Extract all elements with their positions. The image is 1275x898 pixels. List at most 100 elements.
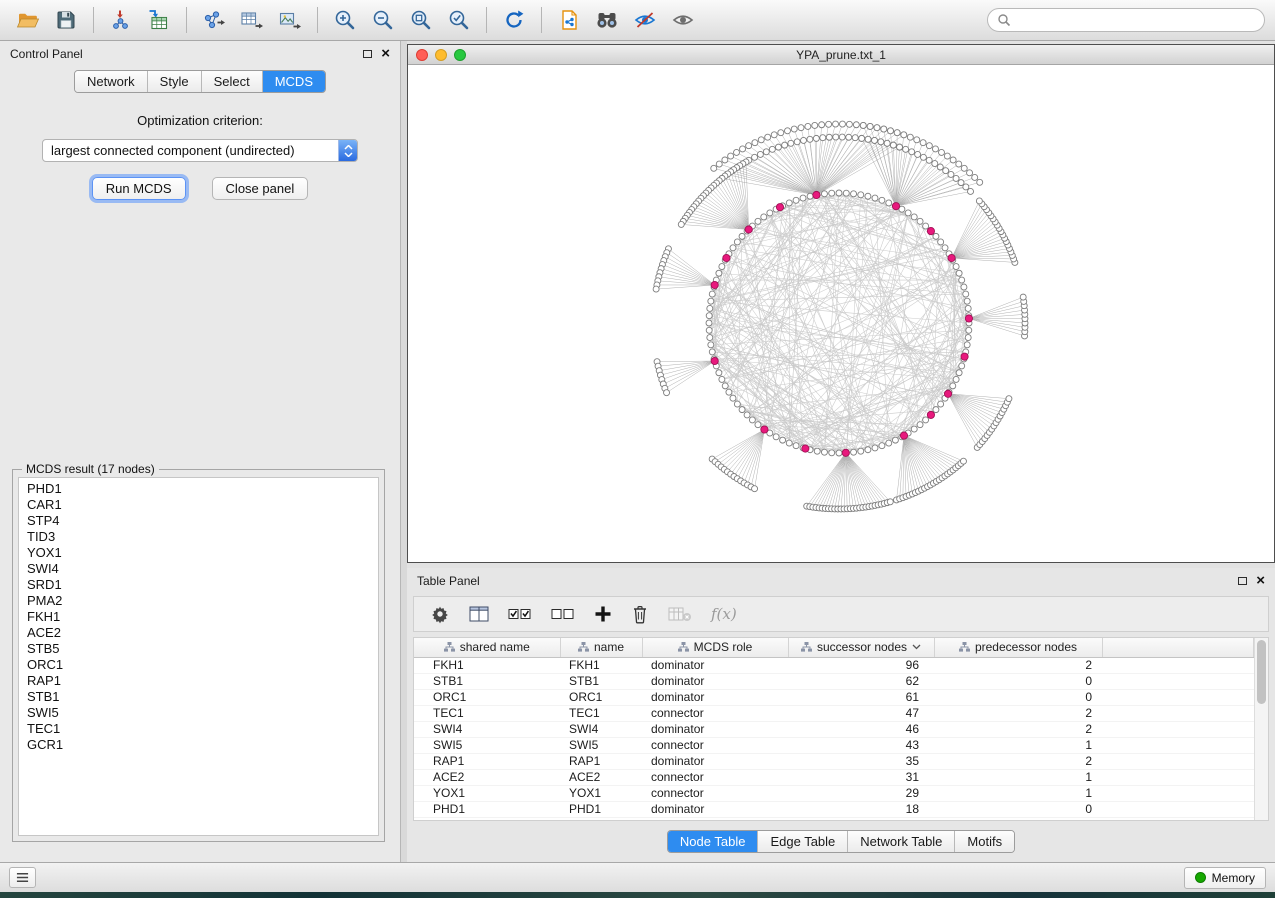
select-all-button[interactable]: [508, 606, 532, 622]
mcds-result-item[interactable]: STB5: [19, 641, 378, 657]
add-row-button[interactable]: [594, 605, 612, 623]
table-row[interactable]: ORC1ORC1dominator610: [414, 689, 1254, 705]
mcds-result-item[interactable]: YOX1: [19, 545, 378, 561]
mcds-result-item[interactable]: ACE2: [19, 625, 378, 641]
hide-details-button[interactable]: [627, 4, 663, 36]
table-cell: SWI4: [560, 721, 642, 737]
network-file-share-button[interactable]: [551, 4, 587, 36]
tab-style[interactable]: Style: [148, 71, 202, 92]
window-minimize-button[interactable]: [435, 49, 447, 61]
mcds-result-item[interactable]: SRD1: [19, 577, 378, 593]
apply-function-button[interactable]: f(x): [711, 605, 737, 623]
mcds-result-item[interactable]: GCR1: [19, 737, 378, 753]
table-panel: Table Panel ×: [407, 568, 1275, 862]
table-row[interactable]: SWI4SWI4dominator462: [414, 721, 1254, 737]
tab-network-table[interactable]: Network Table: [848, 831, 955, 852]
table-cell: 2: [934, 721, 1102, 737]
export-network-button[interactable]: [196, 4, 232, 36]
mcds-result-item[interactable]: TID3: [19, 529, 378, 545]
global-search-box: [987, 8, 1265, 32]
table-cell: connector: [642, 769, 788, 785]
table-cell: 31: [788, 769, 934, 785]
export-image-button[interactable]: [272, 4, 308, 36]
save-button[interactable]: [48, 4, 84, 36]
table-scrollbar-thumb[interactable]: [1257, 640, 1266, 704]
mcds-result-item[interactable]: CAR1: [19, 497, 378, 513]
mcds-result-item[interactable]: TEC1: [19, 721, 378, 737]
table-cell: 35: [788, 753, 934, 769]
table-row[interactable]: PHD1PHD1dominator180: [414, 801, 1254, 817]
run-mcds-button[interactable]: Run MCDS: [92, 177, 186, 200]
column-header-name[interactable]: name: [560, 638, 642, 657]
delete-row-button[interactable]: [631, 604, 649, 624]
import-network-button[interactable]: [103, 4, 139, 36]
tab-node-table[interactable]: Node Table: [668, 831, 759, 852]
zoom-out-button[interactable]: [365, 4, 401, 36]
search-network-button[interactable]: [589, 4, 625, 36]
mcds-result-item[interactable]: FKH1: [19, 609, 378, 625]
column-header-predecessor-nodes[interactable]: predecessor nodes: [934, 638, 1102, 657]
table-row[interactable]: FKH1FKH1dominator962: [414, 657, 1254, 673]
criterion-select-value: largest connected component (undirected): [43, 140, 338, 161]
refresh-view-button[interactable]: [496, 4, 532, 36]
memory-button[interactable]: Memory: [1184, 867, 1266, 889]
mcds-result-item[interactable]: SWI5: [19, 705, 378, 721]
zoom-fit-button[interactable]: [403, 4, 439, 36]
clear-table-button[interactable]: [668, 606, 692, 622]
close-table-panel-button[interactable]: ×: [1256, 575, 1265, 587]
mcds-result-item[interactable]: ORC1: [19, 657, 378, 673]
network-canvas[interactable]: [408, 65, 1274, 561]
float-panel-button[interactable]: [363, 50, 372, 58]
open-file-button[interactable]: [10, 4, 46, 36]
mcds-result-item[interactable]: PMA2: [19, 593, 378, 609]
tab-motifs[interactable]: Motifs: [955, 831, 1014, 852]
float-table-panel-button[interactable]: [1238, 577, 1247, 585]
mcds-result-item[interactable]: RAP1: [19, 673, 378, 689]
zoom-in-button[interactable]: [327, 4, 363, 36]
table-row[interactable]: YOX1YOX1connector291: [414, 785, 1254, 801]
window-close-button[interactable]: [416, 49, 428, 61]
criterion-select[interactable]: largest connected component (undirected): [42, 139, 358, 162]
table-row[interactable]: SWI5SWI5connector431: [414, 737, 1254, 753]
zoom-selected-button[interactable]: [441, 4, 477, 36]
column-header-shared-name[interactable]: shared name: [414, 638, 560, 657]
mcds-result-item[interactable]: PHD1: [19, 481, 378, 497]
column-header-mcds-role[interactable]: MCDS role: [642, 638, 788, 657]
mcds-result-item[interactable]: STB1: [19, 689, 378, 705]
close-panel-icon-button[interactable]: ×: [381, 48, 390, 60]
table-settings-button[interactable]: [430, 604, 450, 624]
deselect-all-button[interactable]: [551, 606, 575, 622]
table-scrollbar[interactable]: [1254, 638, 1268, 820]
panel-menu-button[interactable]: [9, 867, 36, 888]
table-row[interactable]: TEC1TEC1connector472: [414, 705, 1254, 721]
show-details-button[interactable]: [665, 4, 701, 36]
network-file-icon: [558, 9, 580, 31]
column-header-successor-nodes[interactable]: successor nodes: [788, 638, 934, 657]
export-table-icon: [240, 9, 264, 31]
import-table-button[interactable]: [141, 4, 177, 36]
mcds-result-item[interactable]: SWI4: [19, 561, 378, 577]
tab-edge-table[interactable]: Edge Table: [758, 831, 848, 852]
zoom-selected-icon: [448, 9, 470, 31]
toolbar-separator: [93, 7, 94, 33]
eye-icon: [671, 9, 695, 31]
control-panel-tabs: Network Style Select MCDS: [0, 70, 400, 93]
window-maximize-button[interactable]: [454, 49, 466, 61]
close-panel-button[interactable]: Close panel: [212, 177, 309, 200]
tab-select[interactable]: Select: [202, 71, 263, 92]
table-cell: FKH1: [414, 657, 560, 673]
tab-mcds[interactable]: MCDS: [263, 71, 325, 92]
mcds-result-list[interactable]: PHD1CAR1STP4TID3YOX1SWI4SRD1PMA2FKH1ACE2…: [18, 477, 379, 836]
search-input[interactable]: [1017, 12, 1255, 28]
table-cell: 62: [788, 673, 934, 689]
application-window: Control Panel × Network Style Select MCD…: [0, 0, 1275, 898]
mcds-result-item[interactable]: STP4: [19, 513, 378, 529]
export-table-button[interactable]: [234, 4, 270, 36]
split-view-button[interactable]: [469, 605, 489, 623]
table-cell: connector: [642, 737, 788, 753]
table-row[interactable]: RAP1RAP1dominator352: [414, 753, 1254, 769]
table-row[interactable]: ACE2ACE2connector311: [414, 769, 1254, 785]
column-header-filler: [1102, 638, 1254, 657]
table-row[interactable]: STB1STB1dominator620: [414, 673, 1254, 689]
tab-network[interactable]: Network: [75, 71, 148, 92]
